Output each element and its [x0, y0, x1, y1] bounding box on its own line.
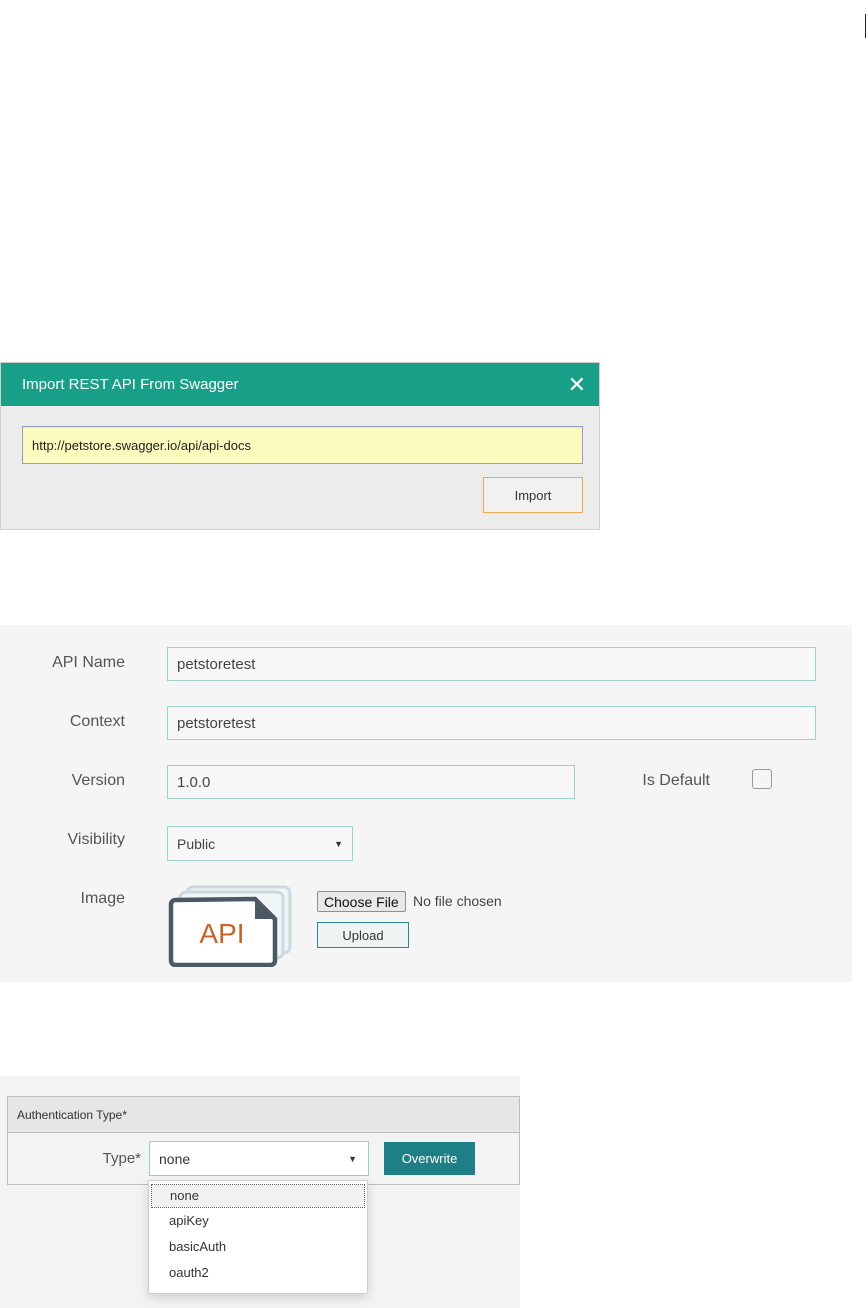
- dialog-title: Import REST API From Swagger: [22, 376, 239, 393]
- caret-down-icon: ▼: [348, 1153, 357, 1164]
- api-name-input[interactable]: [167, 647, 816, 681]
- no-file-chosen-text: No file chosen: [413, 893, 502, 909]
- context-label: Context: [69, 713, 125, 730]
- version-label: Version: [71, 772, 125, 789]
- api-thumbnail-text: API: [199, 918, 244, 949]
- dialog-header: Import REST API From Swagger ✕: [1, 363, 599, 406]
- authentication-type-body: Type* none ▼ Overwrite: [8, 1133, 519, 1184]
- authentication-type-header: Authentication Type*: [8, 1097, 519, 1133]
- window-edge-line: [865, 14, 866, 38]
- context-input[interactable]: [167, 706, 816, 740]
- api-details-form: API Name Context Version Is Default Visi…: [0, 625, 852, 982]
- auth-type-dropdown-list: none apiKey basicAuth oauth2: [148, 1180, 368, 1294]
- dropdown-option-none[interactable]: none: [151, 1184, 365, 1208]
- visibility-label: Visibility: [67, 831, 126, 848]
- is-default-label: Is Default: [642, 772, 710, 789]
- api-image-thumbnail: API: [168, 885, 292, 967]
- dropdown-option-oauth2[interactable]: oauth2: [149, 1260, 367, 1286]
- type-label: Type*: [102, 1150, 141, 1167]
- close-icon[interactable]: ✕: [568, 373, 586, 396]
- dropdown-option-apikey[interactable]: apiKey: [149, 1208, 367, 1234]
- visibility-select[interactable]: Public ▼: [167, 826, 353, 861]
- upload-button[interactable]: Upload: [317, 922, 409, 948]
- choose-file-button[interactable]: Choose File: [317, 891, 406, 912]
- import-button[interactable]: Import: [483, 477, 583, 513]
- overwrite-button[interactable]: Overwrite: [384, 1142, 475, 1175]
- swagger-url-input[interactable]: [22, 426, 583, 464]
- import-swagger-dialog: Import REST API From Swagger ✕ Import: [0, 362, 600, 530]
- version-input[interactable]: [167, 765, 575, 799]
- caret-down-icon: ▼: [334, 838, 343, 849]
- api-name-label: API Name: [52, 654, 125, 671]
- auth-type-select[interactable]: none ▼: [149, 1141, 369, 1176]
- dropdown-option-basicauth[interactable]: basicAuth: [149, 1234, 367, 1260]
- auth-type-selected-value: none: [159, 1150, 191, 1167]
- authentication-panel: Authentication Type* Type* none ▼ Overwr…: [0, 1076, 520, 1308]
- is-default-checkbox[interactable]: [752, 769, 772, 789]
- visibility-selected-value: Public: [177, 835, 216, 852]
- authentication-type-box: Authentication Type* Type* none ▼ Overwr…: [7, 1096, 520, 1185]
- image-label: Image: [80, 890, 125, 907]
